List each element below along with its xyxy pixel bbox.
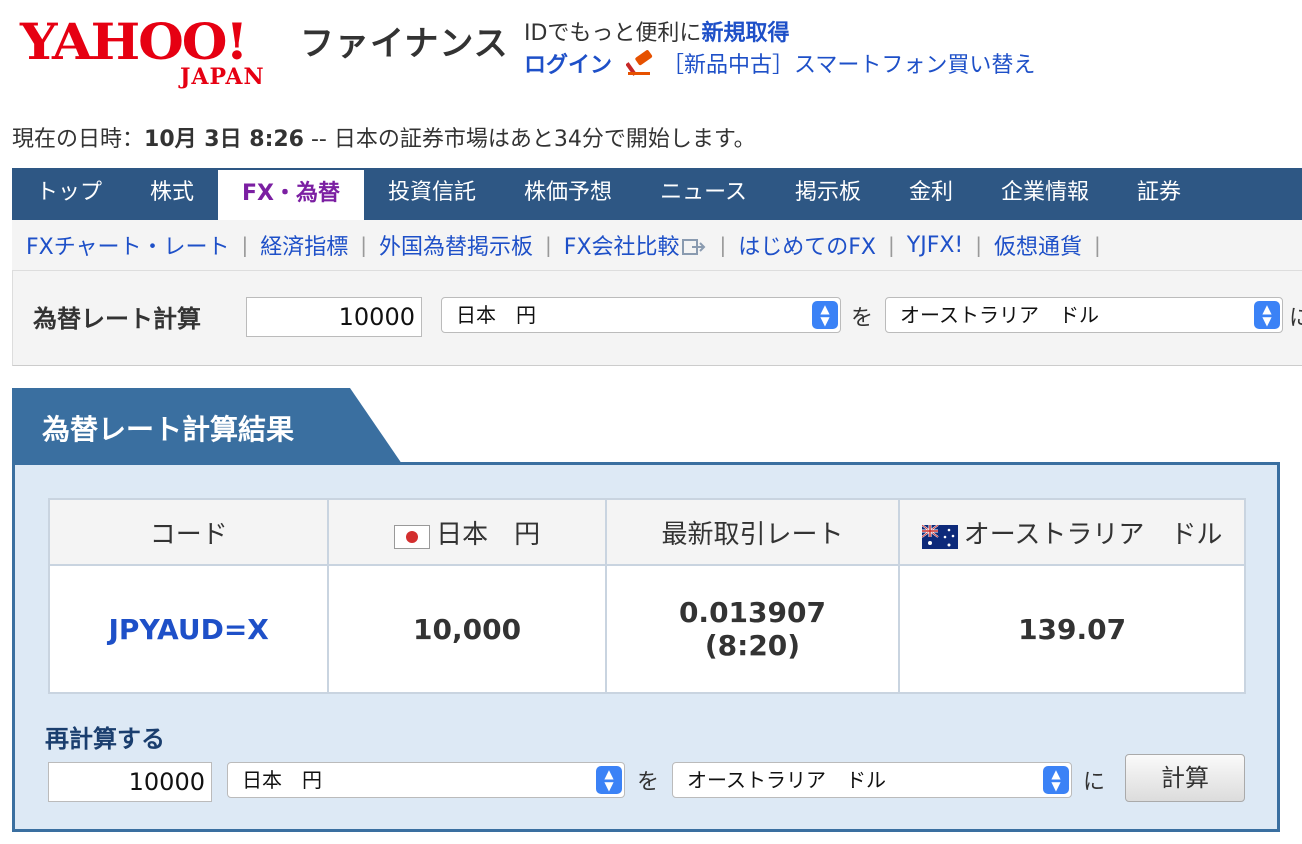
subnav-fx-board[interactable]: 外国為替掲示板 <box>379 229 533 261</box>
from-currency-value: 日本 円 <box>456 303 536 327</box>
to-currency-value: オーストラリア ドル <box>900 303 1099 327</box>
chevron-updown-icon: ▲ ▼ <box>1254 301 1280 329</box>
calculate-button[interactable]: 計算 <box>1125 754 1245 802</box>
signup-link[interactable]: 新規取得 <box>701 21 789 46</box>
result-table: コード 日本 円 最新取引レート オーストラリア ドル JPYAUD=X 10,… <box>47 498 1246 694</box>
sub-nav: FXチャート・レート | 経済指標 | 外国為替掲示板 | FX会社比較 | は… <box>12 220 1302 270</box>
col-code: コード <box>47 498 330 566</box>
tab-forecast[interactable]: 株価予想 <box>500 168 636 220</box>
tab-board[interactable]: 掲示板 <box>771 168 885 220</box>
recalc-conj-wo: を <box>637 770 660 795</box>
datetime-value: 10月 3日 8:26 <box>144 127 304 152</box>
header-links: IDでもっと便利に新規取得 ログイン ［新品中古］スマートフォン買い替え <box>524 18 1035 82</box>
recalc-from-currency-select[interactable]: 日本 円 ▲ ▼ <box>227 762 625 798</box>
subnav-crypto[interactable]: 仮想通貨 <box>994 229 1082 261</box>
subnav-separator: | <box>888 233 895 257</box>
table-row: JPYAUD=X 10,000 0.013907 (8:20) 139.07 <box>47 564 1246 694</box>
recalc-from-value: 日本 円 <box>242 768 322 792</box>
recalc-to-value: オーストラリア ドル <box>687 768 886 792</box>
from-currency-select[interactable]: 日本 円 ▲ ▼ <box>441 297 841 333</box>
subnav-fx-compare-label: FX会社比較 <box>563 235 680 260</box>
calculator-label: 為替レート計算 <box>33 305 201 333</box>
cell-code[interactable]: JPYAUD=X <box>47 564 330 694</box>
logo-sub: JAPAN <box>180 64 265 90</box>
tab-securities[interactable]: 証券 <box>1113 168 1205 220</box>
australia-flag-icon <box>921 524 958 549</box>
conj-wo: を <box>851 306 874 331</box>
amount-input[interactable]: 10000 <box>246 297 422 337</box>
chevron-updown-icon: ▲ ▼ <box>812 301 838 329</box>
result-panel-tab: 為替レート計算結果 <box>12 388 412 464</box>
col-to-label: オーストラリア ドル <box>963 519 1223 550</box>
subnav-separator: | <box>719 233 727 257</box>
recalc-amount-input[interactable]: 10000 <box>48 762 212 802</box>
subnav-yjfx[interactable]: YJFX! <box>907 233 963 258</box>
subnav-fx-chart[interactable]: FXチャート・レート <box>26 229 230 261</box>
cell-converted: 139.07 <box>898 564 1246 694</box>
col-from: 日本 円 <box>327 498 607 566</box>
result-title: 為替レート計算結果 <box>42 413 295 446</box>
subnav-separator: | <box>545 233 552 257</box>
tab-top[interactable]: トップ <box>12 168 126 220</box>
cell-amount: 10,000 <box>327 564 607 694</box>
rate-time: (8:20) <box>704 629 801 662</box>
external-link-icon <box>681 239 705 255</box>
subnav-indicators[interactable]: 経済指標 <box>260 229 348 261</box>
col-to: オーストラリア ドル <box>898 498 1246 566</box>
result-panel: コード 日本 円 最新取引レート オーストラリア ドル JPYAUD=X 10,… <box>12 462 1280 832</box>
chevron-updown-icon: ▲ ▼ <box>596 766 622 794</box>
recalc-label: 再計算する <box>45 725 165 753</box>
tab-funds[interactable]: 投資信託 <box>364 168 500 220</box>
rate-value: 0.013907 <box>678 596 826 629</box>
tab-news[interactable]: ニュース <box>636 168 771 220</box>
subnav-separator: | <box>1094 233 1101 257</box>
datetime-prefix: 現在の日時： <box>12 127 145 152</box>
chevron-updown-icon: ▲ ▼ <box>1043 766 1069 794</box>
japan-flag-icon <box>394 524 431 549</box>
subnav-separator: | <box>360 233 368 257</box>
service-name[interactable]: ファイナンス <box>300 20 509 68</box>
subnav-fx-beginner[interactable]: はじめてのFX <box>738 229 876 261</box>
conj-ni: に <box>1289 306 1302 331</box>
cell-rate: 0.013907 (8:20) <box>604 564 901 694</box>
global-nav: トップ 株式 FX・為替 投資信託 株価予想 ニュース 掲示板 金利 企業情報 … <box>12 168 1302 220</box>
rate-calculator-bar: 為替レート計算 10000 日本 円 ▲ ▼ を オーストラリア ドル ▲ ▼ に <box>12 270 1302 366</box>
login-link[interactable]: ログイン <box>524 53 612 78</box>
subnav-separator: | <box>975 233 982 257</box>
recalc-conj-ni: に <box>1083 770 1106 795</box>
col-rate: 最新取引レート <box>604 498 901 566</box>
current-datetime: 現在の日時：10月 3日 8:26 -- 日本の証券市場はあと34分で開始します… <box>12 124 756 156</box>
subnav-fx-compare[interactable]: FX会社比較 <box>564 229 708 261</box>
tab-stocks[interactable]: 株式 <box>126 168 218 220</box>
promo-link[interactable]: ［新品中古］スマートフォン買い替え <box>662 53 1035 78</box>
tab-fx[interactable]: FX・為替 <box>218 170 365 220</box>
yahoo-japan-logo[interactable]: YAHOO! JAPAN <box>20 12 296 91</box>
auction-hammer-icon <box>626 50 653 76</box>
id-promo-text: IDでもっと便利に <box>524 21 702 46</box>
col-from-label: 日本 円 <box>436 519 541 550</box>
to-currency-select[interactable]: オーストラリア ドル ▲ ▼ <box>885 297 1283 333</box>
subnav-separator: | <box>241 233 249 257</box>
tab-company[interactable]: 企業情報 <box>977 168 1113 220</box>
recalc-to-currency-select[interactable]: オーストラリア ドル ▲ ▼ <box>672 762 1072 798</box>
logo-text: YAHOO! <box>20 12 248 71</box>
market-message: -- 日本の証券市場はあと34分で開始します。 <box>303 127 756 152</box>
tab-rates[interactable]: 金利 <box>885 168 977 220</box>
